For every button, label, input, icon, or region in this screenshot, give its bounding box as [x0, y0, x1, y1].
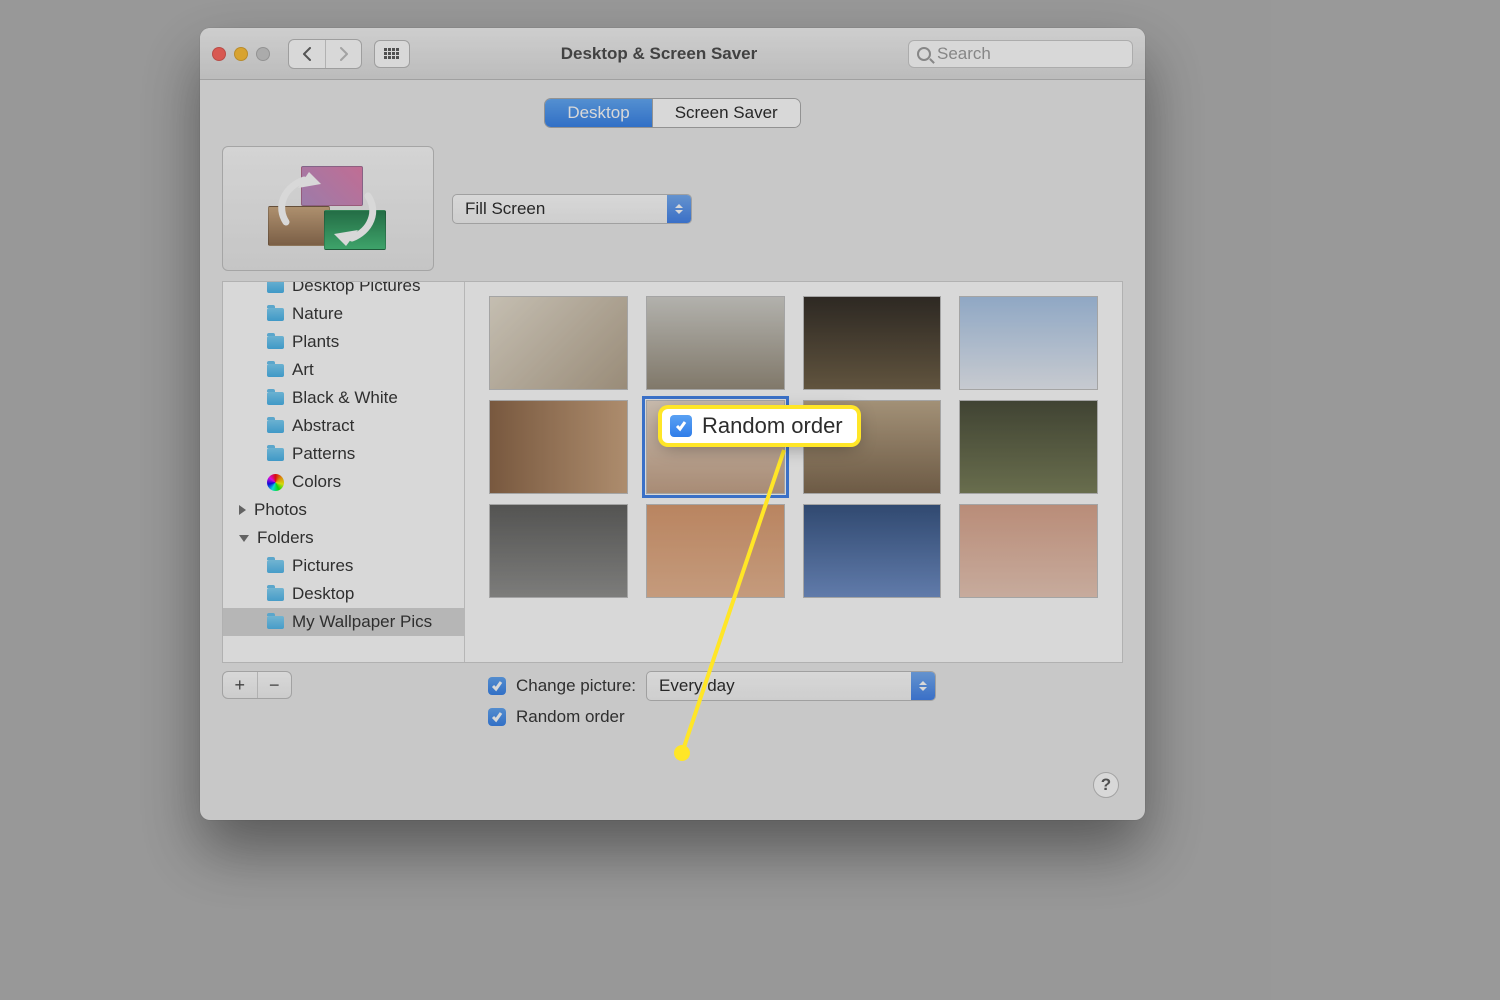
- folder-icon: [267, 616, 284, 629]
- folder-icon: [267, 364, 284, 377]
- change-interval-label: Every day: [647, 676, 747, 696]
- color-wheel-icon: [267, 474, 284, 491]
- sidebar-item-colors[interactable]: Colors: [223, 468, 464, 496]
- folder-icon: [267, 282, 284, 293]
- titlebar: Desktop & Screen Saver Search: [200, 28, 1145, 80]
- callout-checkbox: [670, 415, 692, 437]
- close-window-button[interactable]: [212, 47, 226, 61]
- stepper-icon: [911, 672, 935, 700]
- thumbnail[interactable]: [959, 400, 1098, 494]
- tab-selector: Desktop Screen Saver: [200, 98, 1145, 128]
- help-button[interactable]: ?: [1093, 772, 1119, 798]
- sidebar: Desktop Pictures Nature Plants Art Black…: [223, 282, 465, 662]
- stepper-icon: [667, 195, 691, 223]
- show-all-prefs-button[interactable]: [374, 40, 410, 68]
- thumbnail[interactable]: [803, 504, 942, 598]
- folder-icon: [267, 448, 284, 461]
- sidebar-item-nature[interactable]: Nature: [223, 300, 464, 328]
- thumbnail[interactable]: [489, 504, 628, 598]
- thumbnail[interactable]: [959, 504, 1098, 598]
- thumbnail[interactable]: [646, 504, 785, 598]
- add-remove-folder: + −: [222, 671, 292, 699]
- zoom-window-button[interactable]: [256, 47, 270, 61]
- search-placeholder: Search: [937, 44, 991, 64]
- change-picture-checkbox[interactable]: [488, 677, 506, 695]
- folder-icon: [267, 420, 284, 433]
- search-field[interactable]: Search: [908, 40, 1133, 68]
- sidebar-item-abstract[interactable]: Abstract: [223, 412, 464, 440]
- chevron-down-icon: [239, 535, 249, 542]
- thumbnail-grid: [465, 282, 1122, 662]
- sidebar-item-desktop-folder[interactable]: Desktop: [223, 580, 464, 608]
- back-button[interactable]: [289, 40, 325, 68]
- add-folder-button[interactable]: +: [223, 672, 257, 698]
- sidebar-item-plants[interactable]: Plants: [223, 328, 464, 356]
- cycle-icon: [268, 166, 388, 252]
- folder-icon: [267, 588, 284, 601]
- grid-icon: [384, 48, 400, 60]
- desktop-preview: [222, 146, 434, 271]
- search-icon: [917, 47, 931, 61]
- remove-folder-button[interactable]: −: [257, 672, 292, 698]
- chevron-right-icon: [239, 505, 246, 515]
- change-picture-label: Change picture:: [516, 676, 636, 696]
- fill-mode-select[interactable]: Fill Screen: [452, 194, 692, 224]
- minimize-window-button[interactable]: [234, 47, 248, 61]
- sidebar-item-art[interactable]: Art: [223, 356, 464, 384]
- callout-random-order: Random order: [662, 409, 857, 443]
- window-title: Desktop & Screen Saver: [410, 44, 908, 64]
- traffic-lights: [212, 47, 270, 61]
- sidebar-item-desktop-pictures[interactable]: Desktop Pictures: [223, 282, 464, 300]
- tab-screensaver[interactable]: Screen Saver: [652, 99, 800, 127]
- thumbnail[interactable]: [803, 296, 942, 390]
- thumbnail[interactable]: [959, 296, 1098, 390]
- nav-back-forward: [288, 39, 362, 69]
- sidebar-item-patterns[interactable]: Patterns: [223, 440, 464, 468]
- folder-icon: [267, 308, 284, 321]
- fill-mode-label: Fill Screen: [453, 199, 557, 219]
- thumbnail[interactable]: [489, 400, 628, 494]
- random-order-checkbox[interactable]: [488, 708, 506, 726]
- change-interval-select[interactable]: Every day: [646, 671, 936, 701]
- folder-icon: [267, 336, 284, 349]
- sidebar-section-folders[interactable]: Folders: [223, 524, 464, 552]
- callout-label: Random order: [702, 413, 843, 439]
- sidebar-item-pictures[interactable]: Pictures: [223, 552, 464, 580]
- tab-desktop[interactable]: Desktop: [545, 99, 651, 127]
- sidebar-section-photos[interactable]: Photos: [223, 496, 464, 524]
- sidebar-item-black-white[interactable]: Black & White: [223, 384, 464, 412]
- thumbnail[interactable]: [489, 296, 628, 390]
- thumbnail[interactable]: [646, 296, 785, 390]
- sidebar-item-my-wallpaper-pics[interactable]: My Wallpaper Pics: [223, 608, 464, 636]
- forward-button[interactable]: [325, 40, 361, 68]
- folder-icon: [267, 392, 284, 405]
- random-order-label: Random order: [516, 707, 625, 727]
- source-browser: Desktop Pictures Nature Plants Art Black…: [222, 281, 1123, 663]
- folder-icon: [267, 560, 284, 573]
